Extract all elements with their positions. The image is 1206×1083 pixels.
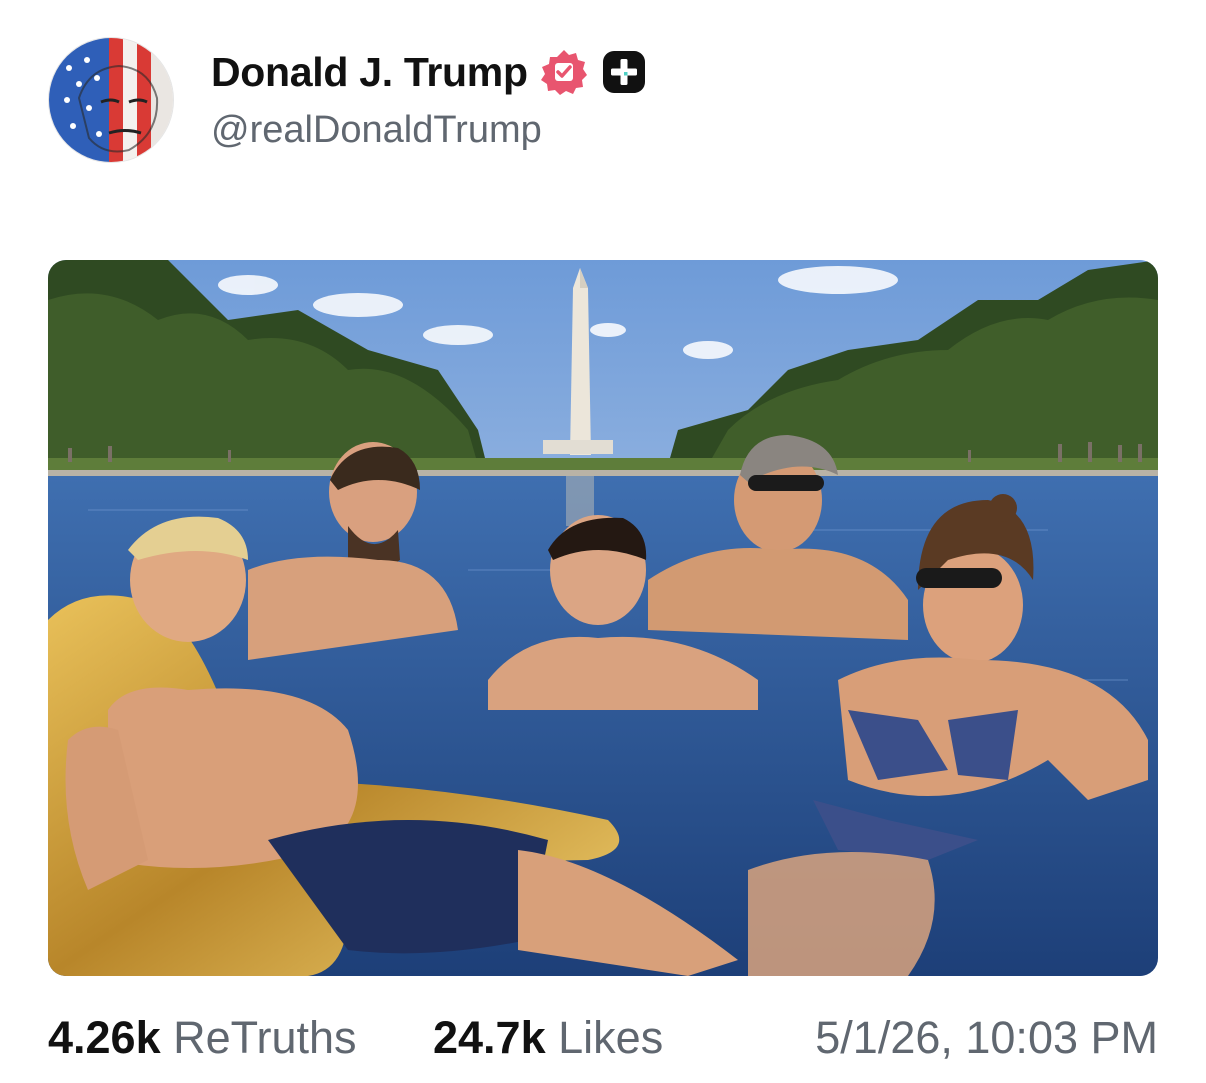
author-name-row: Donald J. Trump <box>211 47 646 97</box>
post-stats: 4.26k ReTruths 24.7k Likes 5/1/26, 10:03… <box>48 1008 1158 1068</box>
avatar[interactable] <box>48 37 174 163</box>
likes-count: 24.7k <box>433 1012 546 1063</box>
display-name[interactable]: Donald J. Trump <box>211 49 528 96</box>
post-image[interactable] <box>48 260 1158 976</box>
avatar-image <box>49 38 173 162</box>
pool-photo <box>48 260 1158 976</box>
author-handle[interactable]: @realDonaldTrump <box>211 109 542 152</box>
retruths-count: 4.26k <box>48 1012 161 1063</box>
retruths-label: ReTruths <box>173 1012 357 1063</box>
post-timestamp[interactable]: 5/1/26, 10:03 PM <box>815 1008 1158 1068</box>
verified-badge-icon <box>540 50 587 95</box>
retruths-stat[interactable]: 4.26k ReTruths <box>48 1008 357 1068</box>
likes-label: Likes <box>558 1012 664 1063</box>
post-header: Donald J. Trump @realDonaldTrump <box>48 37 1158 163</box>
likes-stat[interactable]: 24.7k Likes <box>433 1008 663 1068</box>
plus-badge-icon <box>602 51 645 93</box>
